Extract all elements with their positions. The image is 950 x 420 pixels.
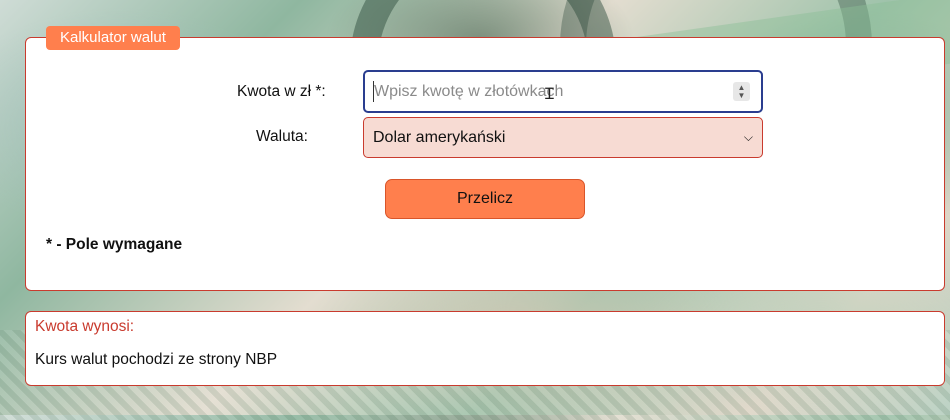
number-spinner-icon[interactable]: ▲ ▼ bbox=[733, 82, 750, 101]
result-label: Kwota wynosi: bbox=[35, 318, 135, 335]
calculator-title: Kalkulator walut bbox=[46, 26, 180, 50]
amount-input[interactable] bbox=[363, 70, 763, 113]
text-cursor-icon: Ɪ bbox=[545, 84, 554, 103]
currency-selected-value: Dolar amerykański bbox=[373, 128, 506, 146]
chevron-down-icon[interactable]: ⌵ bbox=[744, 130, 753, 145]
currency-label: Waluta: bbox=[256, 128, 308, 145]
spinner-down-icon[interactable]: ▼ bbox=[738, 91, 746, 100]
convert-button[interactable]: Przelicz bbox=[385, 179, 585, 219]
amount-label: Kwota w zł *: bbox=[237, 83, 326, 100]
text-caret bbox=[373, 81, 374, 102]
exchange-rate-source-note: Kurs walut pochodzi ze strony NBP bbox=[35, 351, 278, 368]
result-panel bbox=[25, 311, 945, 386]
required-field-note: * - Pole wymagane bbox=[46, 236, 183, 253]
currency-select[interactable]: Dolar amerykański ⌵ bbox=[363, 117, 763, 158]
